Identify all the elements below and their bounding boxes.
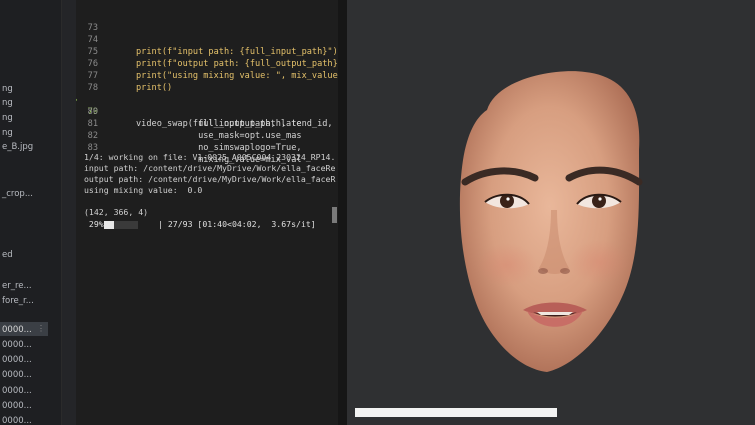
code-line: 74 print(f"input path: {full_input_path}… [76, 22, 338, 57]
output-line: 1/4: working on file: V1-0025_A005C004_2… [84, 152, 336, 162]
panel-divider[interactable] [338, 0, 347, 425]
code-line: 78 [76, 70, 98, 93]
file-item[interactable]: er_re... [2, 281, 32, 291]
file-item[interactable]: 0000... [2, 370, 32, 380]
file-item[interactable]: ng [2, 84, 13, 94]
video-playback-bar[interactable] [355, 408, 557, 417]
code-text: full_output_path, te [136, 119, 302, 129]
code-line: 82 no_simswaplogo=True, [76, 118, 302, 153]
code-text: print(f"output path: {full_output_path}" [136, 59, 338, 69]
code-text: print() [136, 83, 173, 93]
file-item[interactable]: 0000... [2, 355, 32, 365]
video-preview [347, 0, 755, 425]
output-line: input path: /content/drive/MyDrive/Work/… [84, 163, 336, 173]
progress-bar [104, 221, 138, 229]
output-line: using mixing value: 0.0 [84, 185, 203, 195]
file-item-selected[interactable]: 0000... [2, 325, 32, 335]
file-item[interactable]: e_B.jpg [2, 142, 33, 152]
file-item[interactable]: ng [2, 113, 13, 123]
file-item[interactable]: fore_r... [2, 296, 34, 306]
file-item[interactable]: 0000... [2, 416, 32, 425]
file-browser-sidebar: ng ng ng ng e_B.jpg _crop... ed er_re...… [0, 0, 62, 425]
code-line-active: › 79 video_swap(full_input_path, latend_… [76, 82, 338, 129]
cell-output: 1/4: working on file: V1-0025_A005C004_2… [84, 152, 338, 218]
code-text: use_mask=opt.use_mas [136, 131, 302, 141]
code-line: 75 print(f"output path: {full_output_pat… [76, 34, 338, 69]
output-line: (142, 366, 4) [84, 207, 149, 217]
output-line: output path: /content/drive/MyDrive/Work… [84, 174, 336, 184]
file-item[interactable]: ng [2, 98, 13, 108]
face-preview-image [459, 71, 643, 372]
progress-status: | 27/93 [01:40<04:02, 3.67s/it] [158, 219, 316, 229]
code-editor[interactable]: 73 74 print(f"input path: {full_input_pa… [76, 0, 338, 425]
file-item[interactable]: 0000... [2, 386, 32, 396]
code-text: print("using mixing value: ", mix_value) [136, 71, 338, 81]
code-line: 77 print() [76, 58, 173, 93]
code-text: print(f"input path: {full_input_path}") [136, 47, 338, 57]
code-line: 80 full_output_path, te [76, 94, 302, 129]
file-item[interactable]: _crop... [2, 189, 33, 199]
file-item[interactable]: ng [2, 128, 13, 138]
kebab-menu-icon[interactable]: ⋮ [37, 324, 45, 333]
file-item[interactable]: 0000... [2, 401, 32, 411]
code-line: 76 print("using mixing value: ", mix_val… [76, 46, 338, 81]
editor-scrollbar[interactable] [332, 207, 337, 223]
file-item[interactable]: ed [2, 250, 13, 260]
progress-bar-fill [104, 221, 114, 229]
code-line: 81 use_mask=opt.use_mas [76, 106, 302, 141]
panel-gutter [62, 0, 76, 425]
code-line: 83 mixing_value=mix_val [76, 130, 302, 165]
file-item[interactable]: 0000... [2, 340, 32, 350]
code-line: 73 [76, 10, 98, 33]
